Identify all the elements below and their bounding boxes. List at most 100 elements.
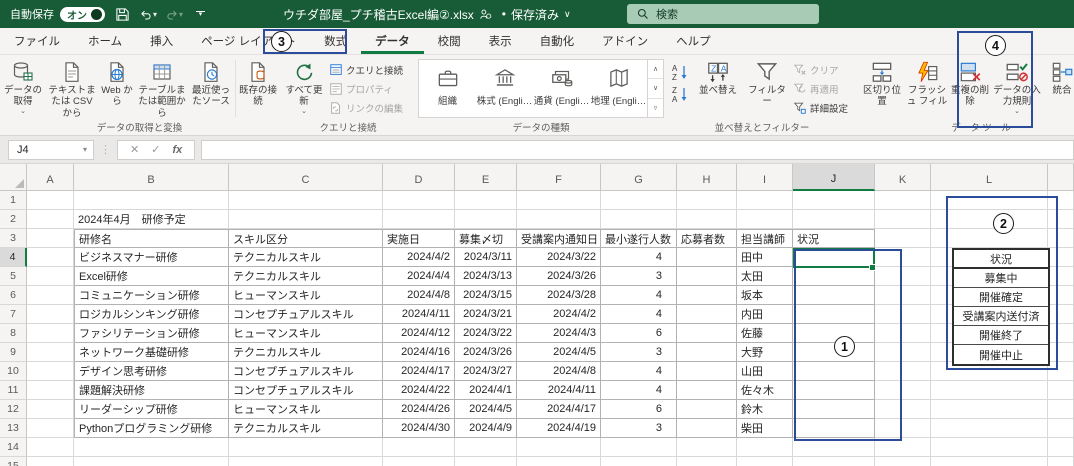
existing-connections-button[interactable]: 既存の接続 (237, 57, 279, 120)
tab-automate[interactable]: 自動化 (526, 28, 589, 54)
cell-clip11[interactable] (1048, 381, 1074, 400)
cell-F4[interactable]: 2024/3/22 (517, 248, 601, 267)
cell-G8[interactable]: 6 (601, 324, 677, 343)
cell-H3[interactable]: 応募者数 (677, 229, 737, 248)
cell-C4[interactable]: テクニカルスキル (229, 248, 383, 267)
cell-H11[interactable] (677, 381, 737, 400)
save-icon[interactable] (114, 6, 131, 23)
cell-I7[interactable]: 内田 (737, 305, 793, 324)
cell-E8[interactable]: 2024/3/22 (455, 324, 517, 343)
row-header-14[interactable]: 14 (0, 438, 27, 457)
gallery-up-icon[interactable]: ∧ (648, 60, 663, 80)
cell-D5[interactable]: 2024/4/4 (383, 267, 455, 286)
name-box[interactable]: J4 ▾ (8, 139, 94, 160)
col-header-A[interactable]: A (27, 164, 74, 191)
cell-D7[interactable]: 2024/4/11 (383, 305, 455, 324)
cell-B7[interactable]: ロジカルシンキング研修 (74, 305, 229, 324)
cell-E4[interactable]: 2024/3/11 (455, 248, 517, 267)
cell-G12[interactable]: 6 (601, 400, 677, 419)
cell-F13[interactable]: 2024/4/19 (517, 419, 601, 438)
cell-E10[interactable]: 2024/3/27 (455, 362, 517, 381)
cell-D15[interactable] (383, 457, 455, 466)
cell-L11[interactable] (931, 381, 1048, 400)
cell-I2[interactable] (737, 210, 793, 229)
from-web-button[interactable]: Web から (98, 57, 136, 120)
formula-input[interactable] (201, 139, 1074, 160)
cell-A6[interactable] (27, 286, 74, 305)
row-header-2[interactable]: 2 (0, 210, 27, 229)
cell-D11[interactable]: 2024/4/22 (383, 381, 455, 400)
cell-D4[interactable]: 2024/4/2 (383, 248, 455, 267)
cell-A10[interactable] (27, 362, 74, 381)
cell-F6[interactable]: 2024/3/28 (517, 286, 601, 305)
document-title[interactable]: ウチダ部屋_プチ稽古Excel編②.xlsx • 保存済み ∨ (283, 6, 576, 23)
tab-home[interactable]: ホーム (74, 28, 136, 54)
cell-I4[interactable]: 田中 (737, 248, 793, 267)
cell-A14[interactable] (27, 438, 74, 457)
cell-C10[interactable]: コンセプチュアルスキル (229, 362, 383, 381)
cell-F3[interactable]: 受講案内通知日 (517, 229, 601, 248)
cell-H8[interactable] (677, 324, 737, 343)
col-header-F[interactable]: F (517, 164, 601, 191)
col-header-I[interactable]: I (737, 164, 793, 191)
cell-I6[interactable]: 坂本 (737, 286, 793, 305)
tab-review[interactable]: 校閲 (424, 28, 475, 54)
cell-F10[interactable]: 2024/4/8 (517, 362, 601, 381)
cell-A12[interactable] (27, 400, 74, 419)
cell-clip12[interactable] (1048, 400, 1074, 419)
cell-F15[interactable] (517, 457, 601, 466)
cell-C5[interactable]: テクニカルスキル (229, 267, 383, 286)
sort-descending-icon[interactable]: ZA (667, 83, 693, 105)
cell-B14[interactable] (74, 438, 229, 457)
cell-K1[interactable] (875, 191, 931, 210)
cell-H2[interactable] (677, 210, 737, 229)
cell-G2[interactable] (601, 210, 677, 229)
refresh-all-button[interactable]: すべて更新 ⌄ (281, 57, 327, 120)
cell-G9[interactable]: 3 (601, 343, 677, 362)
gallery-down-icon[interactable]: ∨ (648, 79, 663, 99)
col-header-G[interactable]: G (601, 164, 677, 191)
cell-J1[interactable] (793, 191, 875, 210)
cell-H1[interactable] (677, 191, 737, 210)
cell-F9[interactable]: 2024/4/5 (517, 343, 601, 362)
cell-C1[interactable] (229, 191, 383, 210)
cell-D9[interactable]: 2024/4/16 (383, 343, 455, 362)
cell-I8[interactable]: 佐藤 (737, 324, 793, 343)
cell-C15[interactable] (229, 457, 383, 466)
cell-F12[interactable]: 2024/4/17 (517, 400, 601, 419)
row-header-12[interactable]: 12 (0, 400, 27, 419)
col-header-C[interactable]: C (229, 164, 383, 191)
cell-D3[interactable]: 実施日 (383, 229, 455, 248)
cell-I13[interactable]: 柴田 (737, 419, 793, 438)
cell-I11[interactable]: 佐々木 (737, 381, 793, 400)
cell-C2[interactable] (229, 210, 383, 229)
cell-F14[interactable] (517, 438, 601, 457)
cell-G15[interactable] (601, 457, 677, 466)
cell-H14[interactable] (677, 438, 737, 457)
cell-E15[interactable] (455, 457, 517, 466)
undo-caret-icon[interactable]: ▾ (153, 10, 157, 19)
cell-L14[interactable] (931, 438, 1048, 457)
cell-B15[interactable] (74, 457, 229, 466)
cell-F7[interactable]: 2024/4/2 (517, 305, 601, 324)
cell-B12[interactable]: リーダーシップ研修 (74, 400, 229, 419)
cell-D6[interactable]: 2024/4/8 (383, 286, 455, 305)
cell-E13[interactable]: 2024/4/9 (455, 419, 517, 438)
cell-E14[interactable] (455, 438, 517, 457)
sort-button[interactable]: ZA 並べ替え (693, 57, 743, 120)
title-chevron-icon[interactable]: ∨ (564, 9, 571, 20)
cell-A1[interactable] (27, 191, 74, 210)
autosave-toggle[interactable]: オン (60, 6, 105, 22)
cell-I10[interactable]: 山田 (737, 362, 793, 381)
row-header-7[interactable]: 7 (0, 305, 27, 324)
cell-G13[interactable]: 3 (601, 419, 677, 438)
cell-clip14[interactable] (1048, 438, 1074, 457)
gallery-more-icon[interactable]: ▿ (648, 99, 663, 117)
col-header-L[interactable]: L (931, 164, 1048, 191)
queries-connections-button[interactable]: クエリと接続 (327, 60, 415, 79)
cell-K15[interactable] (875, 457, 931, 466)
cell-G10[interactable]: 4 (601, 362, 677, 381)
filter-button[interactable]: フィルター (743, 57, 791, 120)
organization-data-type[interactable]: 組織 (419, 60, 476, 117)
cell-A8[interactable] (27, 324, 74, 343)
